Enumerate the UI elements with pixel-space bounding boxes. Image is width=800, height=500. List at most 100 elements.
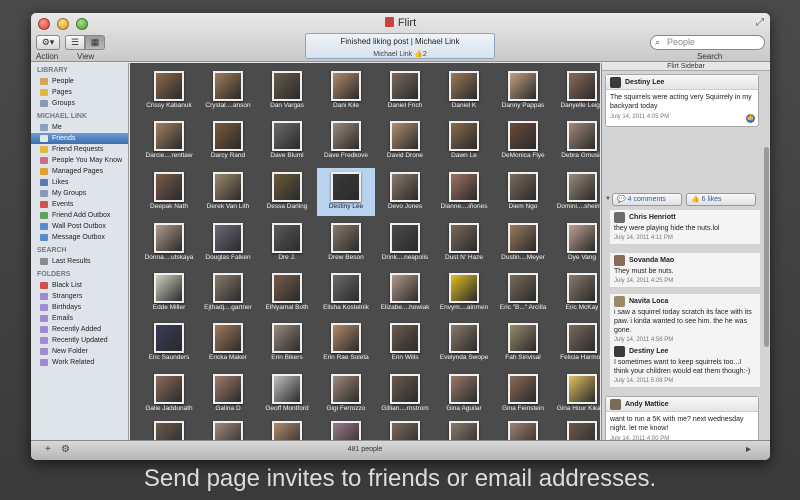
- person-cell[interactable]: Daniel Frich: [376, 67, 434, 115]
- person-cell[interactable]: Gina Aguilar: [435, 370, 493, 418]
- comments-tab[interactable]: 💬 4 comments: [612, 193, 682, 206]
- add-icon[interactable]: +: [45, 444, 51, 455]
- sidebar-toggle-icon[interactable]: ▸: [746, 444, 751, 455]
- sidebar-item[interactable]: Birthdays: [31, 302, 128, 313]
- sidebar-item[interactable]: Friend Add Outbox: [31, 210, 128, 221]
- comment-item[interactable]: Chris Henriott they were playing hide the…: [610, 210, 760, 245]
- person-cell[interactable]: Dessa Darling: [258, 168, 316, 216]
- sidebar-item[interactable]: Friend Requests: [31, 144, 128, 155]
- person-cell[interactable]: Danny Pappas: [494, 67, 552, 115]
- person-cell[interactable]: Drink....neapolis: [376, 219, 434, 267]
- grid-view-button[interactable]: ▦: [85, 35, 105, 50]
- comment-item[interactable]: Sovanda Mao They must be nuts. July 14, 20…: [610, 253, 760, 288]
- person-cell[interactable]: Gillian....rnstrom: [376, 370, 434, 418]
- person-cell[interactable]: Geoff Montford: [258, 370, 316, 418]
- list-view-button[interactable]: ☰: [65, 35, 85, 50]
- person-cell[interactable]: Drew Beson: [317, 219, 375, 267]
- person-cell[interactable]: Dave Bluml: [258, 117, 316, 165]
- person-cell[interactable]: Daniel K: [435, 67, 493, 115]
- person-cell[interactable]: Destiny Lee: [317, 168, 375, 216]
- person-cell[interactable]: Ejthadj....gartner: [199, 269, 257, 317]
- sidebar-item[interactable]: Recently Added: [31, 324, 128, 335]
- person-name: Devo Jones: [387, 203, 423, 210]
- person-photo: [449, 223, 479, 253]
- person-cell[interactable]: Galie Jaddunath: [140, 370, 198, 418]
- person-cell[interactable]: DeMonica Flye: [494, 117, 552, 165]
- likes-tab[interactable]: 👍 6 likes: [686, 193, 756, 206]
- person-cell[interactable]: Donna....utskaya: [140, 219, 198, 267]
- person-cell[interactable]: Dre J.: [258, 219, 316, 267]
- person-cell[interactable]: ElNyamal Both: [258, 269, 316, 317]
- person-cell[interactable]: Erin Wills: [376, 319, 434, 367]
- gear-icon[interactable]: ⚙: [61, 444, 70, 455]
- person-cell[interactable]: Eric "B..." Arcilla: [494, 269, 552, 317]
- fullscreen-icon[interactable]: ⤢: [756, 17, 764, 28]
- person-cell[interactable]: Dawn Le: [435, 117, 493, 165]
- sidebar-item[interactable]: Likes: [31, 177, 128, 188]
- action-menu-button[interactable]: ⚙▾: [36, 35, 60, 50]
- person-cell[interactable]: Crissy Kabanuk: [140, 67, 198, 115]
- status-display: Finished liking post | Michael Link Mich…: [305, 33, 495, 59]
- sidebar-item[interactable]: Work Related: [31, 357, 128, 368]
- person-cell[interactable]: Dust N' Haze: [435, 219, 493, 267]
- person-cell[interactable]: Gina Feinstein: [494, 370, 552, 418]
- search-input[interactable]: ⌕ People: [650, 35, 765, 50]
- person-name: Elisha Kostelnik: [323, 304, 369, 311]
- person-cell[interactable]: Douglas Falken: [199, 219, 257, 267]
- person-cell[interactable]: Gigi Ferrozzo: [317, 370, 375, 418]
- person-cell[interactable]: Darcy Rand: [199, 117, 257, 165]
- sidebar-item[interactable]: Managed Pages: [31, 166, 128, 177]
- sidebar-item[interactable]: People You May Know: [31, 155, 128, 166]
- person-cell[interactable]: Dianne....iñones: [435, 168, 493, 216]
- person-cell[interactable]: Crystal....anson: [199, 67, 257, 115]
- sidebar-item[interactable]: Wall Post Outbox: [31, 221, 128, 232]
- sidebar-scrollbar[interactable]: [764, 147, 769, 347]
- person-cell[interactable]: Devo Jones: [376, 168, 434, 216]
- sidebar-item[interactable]: Black List: [31, 280, 128, 291]
- post-card[interactable]: Destiny Lee The squirrels were acting ve…: [605, 74, 759, 127]
- person-cell[interactable]: Eric Saunders: [140, 319, 198, 367]
- person-name: Crystal....anson: [205, 102, 251, 109]
- sidebar-item[interactable]: Me: [31, 122, 128, 133]
- sidebar-item-icon: [40, 190, 48, 197]
- sidebar-item[interactable]: Emails: [31, 313, 128, 324]
- comment-item[interactable]: Navita Loca i saw a squirrel today scratc…: [610, 294, 760, 347]
- person-cell[interactable]: Erin Rae Soleta: [317, 319, 375, 367]
- person-cell[interactable]: Dave Fredkove: [317, 117, 375, 165]
- person-cell[interactable]: Derek Van Lith: [199, 168, 257, 216]
- sidebar-item[interactable]: Friends: [31, 133, 128, 144]
- sidebar-item[interactable]: Events: [31, 199, 128, 210]
- comment-item[interactable]: Destiny Lee I sometimes want to keep squi…: [610, 344, 760, 388]
- like-icon[interactable]: 👍: [746, 114, 755, 123]
- sidebar-item[interactable]: My Groups: [31, 188, 128, 199]
- disclosure-triangle-icon[interactable]: ▼: [605, 196, 611, 202]
- person-cell[interactable]: Envym....ainmen: [435, 269, 493, 317]
- person-cell[interactable]: Dan Vargas: [258, 67, 316, 115]
- sidebar-item[interactable]: New Folder: [31, 346, 128, 357]
- person-photo: [213, 273, 243, 303]
- person-cell[interactable]: Darcie....rentlaw: [140, 117, 198, 165]
- person-cell[interactable]: Edde Miller: [140, 269, 198, 317]
- person-cell[interactable]: Elisha Kostelnik: [317, 269, 375, 317]
- person-cell[interactable]: Erin Bikers: [258, 319, 316, 367]
- person-cell[interactable]: Dustin....Meyer: [494, 219, 552, 267]
- sidebar-item[interactable]: Strangers: [31, 291, 128, 302]
- person-cell[interactable]: Elizabe....howiak: [376, 269, 434, 317]
- person-cell[interactable]: Fah Sirivisal: [494, 319, 552, 367]
- sidebar-item[interactable]: Recently Updated: [31, 335, 128, 346]
- person-cell[interactable]: Dani Kile: [317, 67, 375, 115]
- sidebar-item[interactable]: Pages: [31, 87, 128, 98]
- sidebar-item[interactable]: Last Results: [31, 256, 128, 267]
- person-name: Eric "B..." Arcilla: [499, 304, 547, 311]
- person-cell[interactable]: Evelynda Swope: [435, 319, 493, 367]
- sidebar-item[interactable]: Groups: [31, 98, 128, 109]
- sidebar-item-icon: [40, 282, 48, 289]
- sidebar-item[interactable]: Message Outbox: [31, 232, 128, 243]
- person-cell[interactable]: Diem Ngo: [494, 168, 552, 216]
- person-cell[interactable]: Deepak Nath: [140, 168, 198, 216]
- person-cell[interactable]: Ericka Maker: [199, 319, 257, 367]
- person-cell[interactable]: Galina D: [199, 370, 257, 418]
- person-cell[interactable]: David Drone: [376, 117, 434, 165]
- sidebar-item-icon: [40, 135, 48, 142]
- sidebar-item[interactable]: People: [31, 76, 128, 87]
